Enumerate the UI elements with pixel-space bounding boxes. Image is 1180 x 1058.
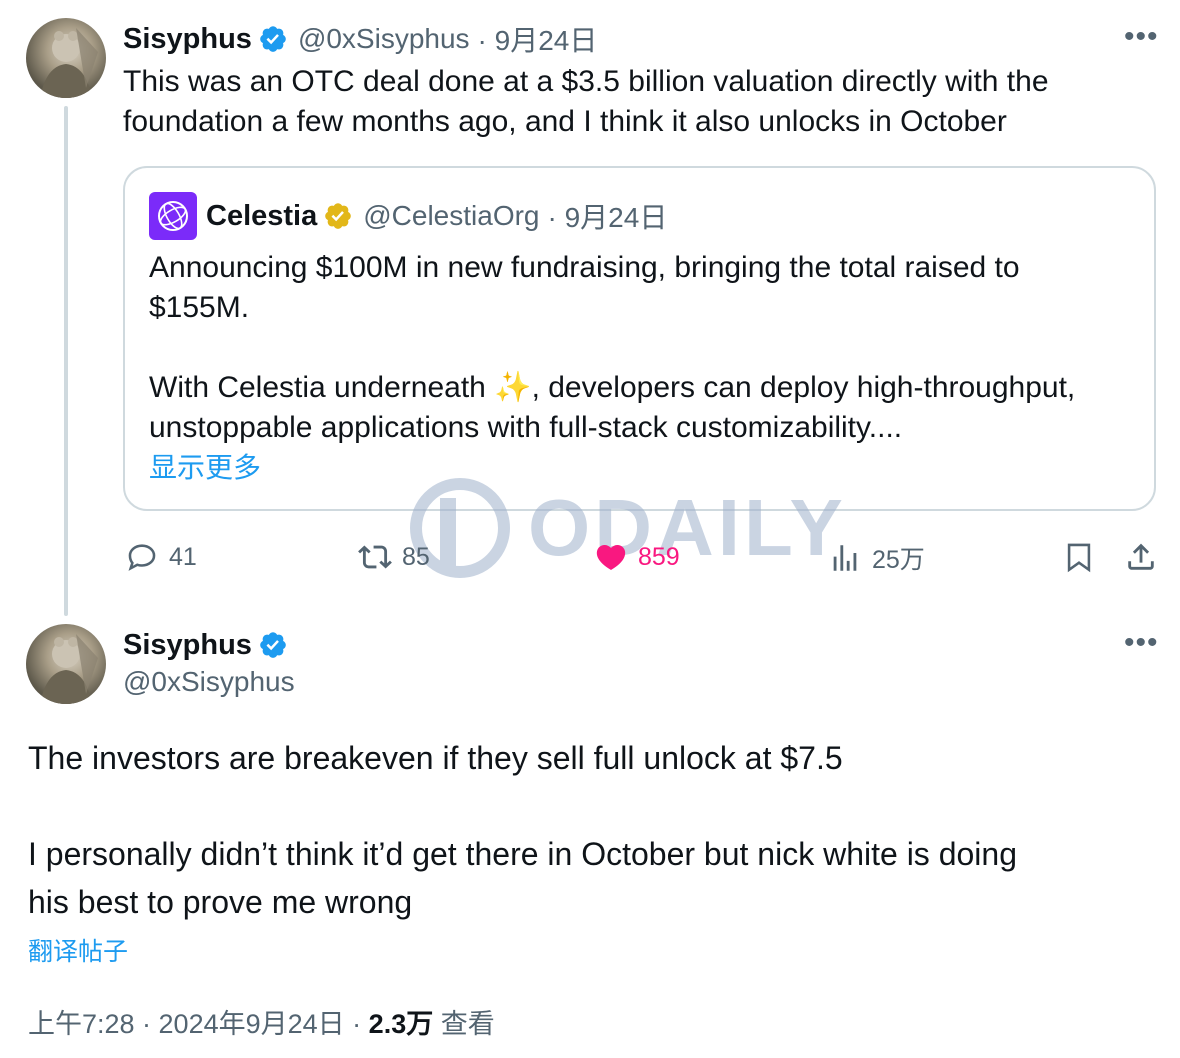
translate-post-link[interactable]: 翻译帖子 (28, 932, 128, 968)
avatar-image (40, 634, 98, 704)
like-count: 859 (638, 542, 680, 571)
share-button[interactable] (1124, 540, 1158, 579)
views-button[interactable]: 25万 (828, 540, 925, 576)
tweet2-text-line: I personally didn’t think it’d get there… (28, 836, 1017, 872)
reply-button[interactable]: 41 (125, 540, 197, 574)
tweet2-text: The investors are breakeven if they sell… (28, 734, 1017, 926)
quote-text-line: With Celestia underneath ✨, developers c… (149, 368, 1075, 408)
author-name[interactable]: Sisyphus (123, 23, 252, 56)
bookmark-icon (1067, 543, 1091, 573)
author-handle[interactable]: @0xSisyphus (298, 23, 470, 55)
quote-text-part: With Celestia underneath (149, 371, 495, 404)
tweet-meta: 上午7:28 · 2024年9月24日 · 2.3万 查看 (28, 1002, 495, 1041)
author-handle[interactable]: @0xSisyphus (123, 666, 295, 698)
tweet1-text: This was an OTC deal done at a $3.5 bill… (123, 62, 1049, 142)
avatar[interactable] (26, 624, 106, 704)
tweet1-text-line: This was an OTC deal done at a $3.5 bill… (123, 65, 1049, 98)
view-count: 25万 (872, 546, 925, 574)
quote-author-name[interactable]: Celestia (206, 200, 317, 233)
timestamp-link[interactable]: 上午7:28 · 2024年9月24日 · (28, 1009, 361, 1039)
views-count: 2.3万 (368, 1009, 434, 1039)
quote-author-handle[interactable]: @CelestiaOrg (363, 200, 539, 232)
share-icon (1128, 543, 1154, 570)
tweet1-header: Sisyphus @0xSisyphus · 9月24日 (123, 20, 597, 58)
bookmark-button[interactable] (1062, 540, 1096, 579)
quote-date[interactable]: · 9月24日 (548, 196, 668, 236)
avatar-image (40, 28, 98, 98)
quote-header: Celestia @CelestiaOrg · 9月24日 (206, 197, 667, 235)
repost-icon (358, 545, 392, 569)
quote-text-line: $155M. (149, 291, 250, 324)
reply-count: 41 (169, 542, 197, 571)
more-options-icon[interactable]: ••• (1124, 626, 1159, 660)
verified-badge-icon[interactable] (258, 630, 288, 660)
watermark-text: ODAILY (528, 483, 847, 572)
repost-count: 85 (402, 542, 430, 571)
more-options-icon[interactable]: ••• (1124, 20, 1159, 54)
sparkles-emoji-icon: ✨ (494, 371, 532, 404)
heart-filled-icon (596, 544, 626, 570)
avatar[interactable] (26, 18, 106, 98)
tweet1-text-line: foundation a few months ago, and I think… (123, 105, 1007, 138)
tweet2-paragraph: The investors are breakeven if they sell… (28, 740, 843, 776)
views-chart-icon (833, 545, 857, 571)
author-name[interactable]: Sisyphus (123, 629, 252, 662)
celestia-logo-icon[interactable] (149, 192, 197, 240)
quote-text: Announcing $100M in new fundraising, bri… (149, 248, 1075, 488)
gold-verified-badge-icon[interactable] (323, 201, 353, 231)
like-button[interactable]: 859 (594, 540, 680, 574)
tweet-date[interactable]: · 9月24日 (478, 19, 598, 59)
reply-icon (128, 544, 156, 571)
thread-connector-line (64, 106, 68, 616)
verified-badge-icon[interactable] (258, 24, 288, 54)
tweet2-header: Sisyphus (123, 626, 288, 664)
views-label: 查看 (440, 1009, 495, 1039)
quote-text-line: Announcing $100M in new fundraising, bri… (149, 251, 1020, 284)
quote-text-line: unstoppable applications with full-stack… (149, 411, 903, 444)
repost-button[interactable]: 85 (358, 540, 430, 574)
quote-text-part: , developers can deploy high-throughput, (531, 371, 1076, 404)
tweet2-text-line: his best to prove me wrong (28, 884, 413, 920)
